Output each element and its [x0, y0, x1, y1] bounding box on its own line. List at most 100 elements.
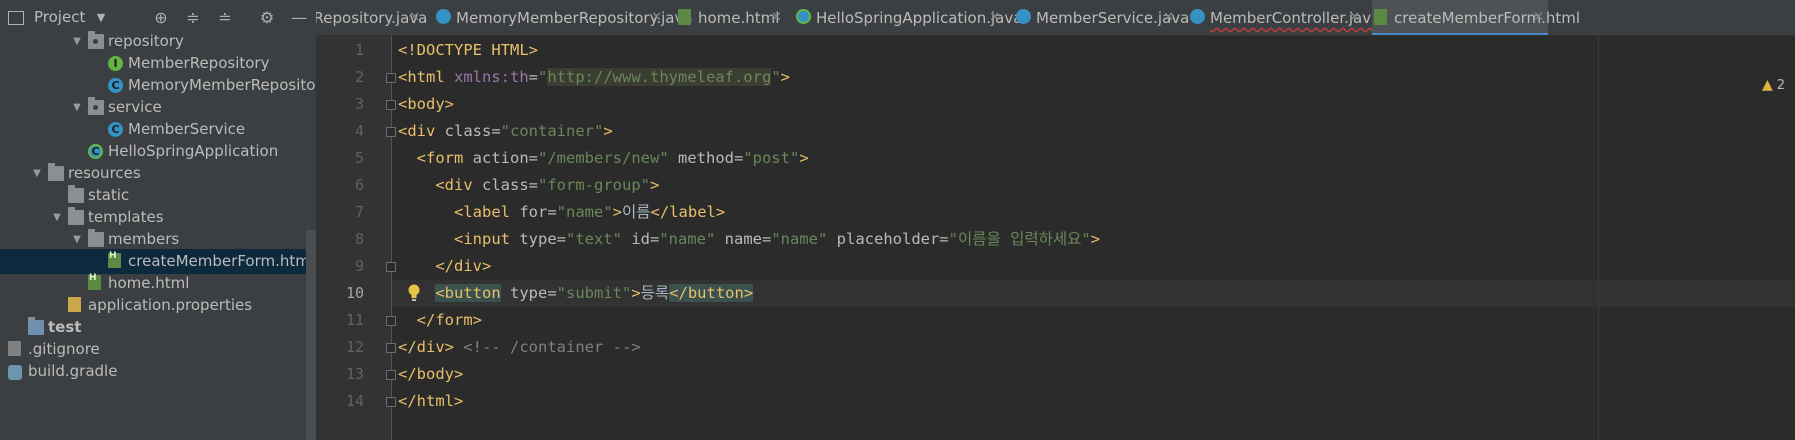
code-token: > — [649, 176, 660, 194]
editor-tab[interactable]: createMemberForm.html ✕ — [1372, 0, 1580, 35]
close-icon[interactable]: ✕ — [771, 0, 782, 35]
close-icon[interactable]: ✕ — [1349, 0, 1360, 35]
fold-marker-icon[interactable] — [386, 343, 396, 353]
class-icon — [1190, 9, 1205, 24]
code-line[interactable]: <form action="/members/new" method="post… — [398, 145, 809, 172]
code-token: <button — [435, 284, 501, 302]
editor-tab-label: createMemberForm.html — [1394, 9, 1581, 27]
class-icon: C — [108, 78, 123, 93]
close-icon[interactable]: ✕ — [651, 0, 662, 35]
fold-marker-icon[interactable] — [386, 100, 396, 110]
code-token: </form> — [416, 311, 482, 329]
html-file-icon — [108, 244, 121, 269]
code-token: "post" — [743, 149, 800, 167]
project-view-selector[interactable]: Project — [34, 8, 85, 26]
inspection-widget[interactable]: ▲ 2 — [1762, 76, 1785, 94]
tree-item-label: build.gradle — [28, 362, 118, 380]
folder-icon — [68, 207, 84, 225]
code-token: </label> — [650, 203, 726, 221]
code-token: type= — [500, 284, 557, 302]
fold-marker-icon[interactable] — [386, 370, 396, 380]
line-number: 14 — [345, 392, 364, 410]
folder-icon — [88, 229, 104, 247]
editor-tab[interactable]: MemoryMemberRepository.java ✕ — [434, 0, 693, 35]
tree-item[interactable]: build.gradle — [0, 359, 316, 384]
class-icon — [1016, 9, 1031, 24]
line-number-gutter: 1 2 3 4 5 6 7 8 9 10 11 12 13 14 — [316, 36, 391, 440]
close-icon[interactable]: ✕ — [1533, 0, 1544, 35]
editor-tab[interactable]: HelloSpringApplication.java ✕ — [794, 0, 1022, 35]
folder-icon — [28, 317, 44, 335]
panel-scrollbar[interactable] — [306, 230, 316, 440]
line-number: 7 — [354, 203, 364, 221]
expand-all-icon[interactable]: ≑ — [184, 9, 202, 27]
hide-panel-icon[interactable]: — — [290, 9, 308, 27]
code-token: > — [780, 68, 790, 86]
html-file-icon — [1374, 9, 1387, 25]
line-number: 12 — [345, 338, 364, 356]
fold-marker-icon[interactable] — [386, 397, 396, 407]
line-number: 13 — [345, 365, 364, 383]
code-token: 등록 — [640, 284, 670, 302]
code-line[interactable]: </div> — [398, 253, 491, 280]
code-token: <div — [435, 176, 482, 194]
code-token: <div — [398, 122, 445, 140]
spring-class-icon — [796, 9, 811, 24]
code-line[interactable]: <body> — [398, 91, 454, 118]
code-token: > — [799, 149, 809, 167]
code-line[interactable]: <button type="submit">등록</button> — [398, 280, 754, 307]
code-token: placeholder= — [827, 230, 949, 248]
project-panel: Project ▼ ⊕ ≑ ≐ ⚙ — ▼ repository I MemberRe… — [0, 0, 330, 440]
gear-icon[interactable]: ⚙ — [258, 9, 276, 27]
code-token: </body> — [398, 365, 464, 383]
code-token: for= — [519, 203, 557, 221]
code-token: > — [631, 284, 641, 302]
project-view-icon[interactable] — [8, 11, 24, 25]
code-line[interactable]: </html> — [398, 388, 463, 415]
collapse-all-icon[interactable]: ≐ — [216, 9, 234, 27]
code-line[interactable]: </form> — [398, 307, 482, 334]
code-line[interactable]: </div> <!-- /container --> — [398, 334, 641, 361]
code-token: <label — [454, 203, 520, 221]
code-line[interactable]: <html xmlns:th="http://www.thymeleaf.org… — [398, 64, 790, 91]
code-editor[interactable]: 1 2 3 4 5 6 7 8 9 10 11 12 13 14 <!DOCTYPE HTML> <html… — [316, 36, 1795, 440]
editor-tab[interactable]: home.html ✕ — [676, 0, 786, 35]
close-icon[interactable]: ✕ — [989, 0, 1000, 35]
editor-tab-label: home.html — [698, 9, 780, 27]
code-token: </button> — [669, 284, 754, 302]
code-token: = — [528, 68, 538, 86]
code-token: " — [538, 68, 548, 86]
line-number: 10 — [345, 284, 364, 302]
editor-tab[interactable]: MemberController.java ✕ — [1188, 0, 1380, 35]
folder-icon — [88, 31, 104, 49]
spring-class-icon: C — [88, 144, 103, 159]
gitignore-file-icon — [8, 341, 21, 356]
code-line[interactable]: <!DOCTYPE HTML> — [398, 37, 538, 64]
line-number: 6 — [354, 176, 364, 194]
fold-marker-icon[interactable] — [386, 127, 396, 137]
code-token: "submit" — [556, 284, 632, 302]
editor-tab[interactable]: MemberService.java ✕ — [1014, 0, 1189, 35]
code-line[interactable]: <div class="container"> — [398, 118, 613, 145]
fold-marker-icon[interactable] — [386, 73, 396, 83]
line-number: 11 — [345, 311, 364, 329]
fold-marker-icon[interactable] — [386, 262, 396, 272]
code-line[interactable]: <input type="text" id="name" name="name"… — [398, 226, 1100, 253]
close-icon[interactable]: ✕ — [1163, 0, 1174, 35]
gradle-file-icon — [8, 365, 22, 380]
fold-marker-icon[interactable] — [386, 316, 396, 326]
code-line[interactable]: <label for="name">이름</label> — [398, 199, 725, 226]
line-number: 5 — [354, 149, 364, 167]
code-line[interactable]: </body> — [398, 361, 463, 388]
right-margin-guide — [1598, 36, 1599, 440]
editor-tab[interactable]: mberRepository.java✕ — [316, 0, 427, 35]
chevron-down-icon[interactable]: ▼ — [92, 9, 110, 27]
code-line[interactable]: <div class="form-group"> — [398, 172, 659, 199]
code-token: <!DOCTYPE HTML> — [398, 41, 538, 59]
close-icon[interactable]: ✕ — [409, 0, 420, 35]
lightbulb-icon[interactable] — [407, 284, 421, 302]
locate-file-icon[interactable]: ⊕ — [152, 9, 170, 27]
warning-icon: ▲ — [1761, 77, 1773, 93]
